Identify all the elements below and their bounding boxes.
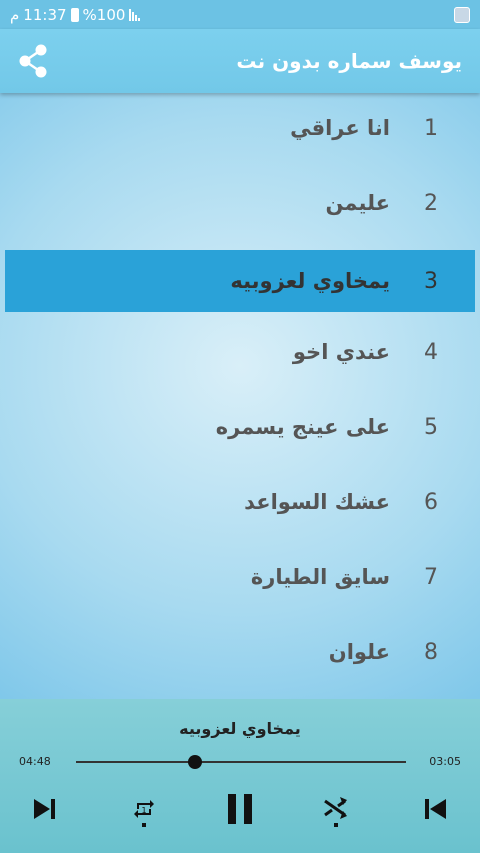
track-title: عليمن xyxy=(325,191,390,215)
playback-controls: 1 xyxy=(0,791,480,827)
battery-icon xyxy=(70,7,79,22)
pause-icon[interactable] xyxy=(222,791,258,827)
track-row-6[interactable]: 6 عشك السواعد xyxy=(5,471,475,533)
repeat-one-icon[interactable]: 1 xyxy=(126,791,162,827)
track-number: 7 xyxy=(424,564,438,590)
track-title: سايق الطيارة xyxy=(250,565,390,589)
track-number: 6 xyxy=(424,489,438,515)
track-title: علوان xyxy=(328,640,390,664)
track-number: 1 xyxy=(424,115,438,141)
track-row-7[interactable]: 7 سايق الطيارة xyxy=(5,546,475,608)
seek-thumb[interactable] xyxy=(187,755,202,769)
track-number: 2 xyxy=(424,190,438,216)
track-row-8[interactable]: 8 علوان xyxy=(5,621,475,683)
track-title: عشك السواعد xyxy=(244,490,390,514)
track-list[interactable]: 1 انا عراقي 2 عليمن 3 يمخاوي لعزوبيه 4 ع… xyxy=(0,93,480,699)
track-title: عندي اخو xyxy=(292,340,390,364)
track-row-5[interactable]: 5 على عينج يسمره xyxy=(5,396,475,458)
track-title: انا عراقي xyxy=(290,116,390,140)
track-row-3-active[interactable]: 3 يمخاوي لعزوبيه xyxy=(5,250,475,312)
track-number: 4 xyxy=(424,339,438,365)
carrier-mark: م xyxy=(10,5,20,24)
shuffle-icon[interactable] xyxy=(318,791,354,827)
track-title: على عينج يسمره xyxy=(215,415,390,439)
track-number: 8 xyxy=(424,639,438,665)
track-row-1[interactable]: 1 انا عراقي xyxy=(5,97,475,159)
clock: 11:37 xyxy=(23,5,67,24)
status-left: م 11:37 %100 xyxy=(10,5,141,24)
signal-icon xyxy=(129,8,141,21)
notification-avatar-icon xyxy=(454,6,470,23)
skip-previous-icon[interactable] xyxy=(418,791,454,827)
track-title: يمخاوي لعزوبيه xyxy=(230,269,390,293)
svg-text:1: 1 xyxy=(141,806,146,815)
status-bar: م 11:37 %100 xyxy=(0,0,480,29)
player-panel: يمخاوي لعزوبيه 04:48 03:05 1 xyxy=(0,699,480,853)
track-number: 5 xyxy=(424,414,438,440)
total-time: 03:05 xyxy=(429,755,461,768)
elapsed-time: 04:48 xyxy=(19,755,51,768)
track-number: 3 xyxy=(424,268,438,294)
app-bar: يوسف سماره بدون نت xyxy=(0,29,480,93)
track-row-4[interactable]: 4 عندي اخو xyxy=(5,321,475,383)
track-row-2[interactable]: 2 عليمن xyxy=(5,172,475,234)
seek-bar[interactable] xyxy=(76,755,406,769)
battery-level: %100 xyxy=(82,5,126,24)
share-icon[interactable] xyxy=(18,44,48,78)
app-title: يوسف سماره بدون نت xyxy=(236,49,462,73)
now-playing-title: يمخاوي لعزوبيه xyxy=(179,719,301,738)
skip-next-icon[interactable] xyxy=(26,791,62,827)
